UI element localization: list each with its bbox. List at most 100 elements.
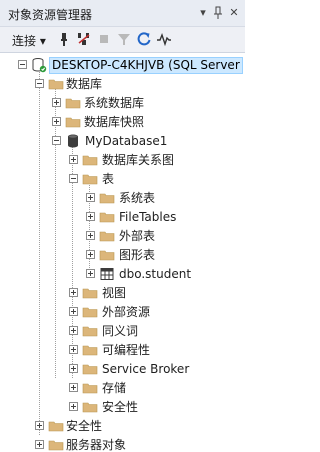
folder-icon bbox=[82, 345, 98, 356]
tree-node-databases[interactable]: 数据库 bbox=[0, 75, 245, 94]
tree-node-security[interactable]: 安全性 bbox=[0, 417, 245, 436]
external-resources-label: 外部资源 bbox=[102, 305, 151, 319]
expand-toggle[interactable] bbox=[69, 288, 78, 297]
db-security-label: 安全性 bbox=[102, 400, 139, 414]
disconnect-icon[interactable] bbox=[76, 31, 92, 47]
tree-node-graph-tables[interactable]: 图形表 bbox=[0, 246, 245, 265]
folder-icon bbox=[48, 421, 64, 432]
refresh-icon[interactable] bbox=[136, 31, 152, 47]
expand-toggle[interactable] bbox=[52, 98, 61, 107]
title-bar: 对象资源管理器 ▾ ✕ bbox=[0, 0, 245, 27]
expand-toggle[interactable] bbox=[86, 193, 95, 202]
folder-icon bbox=[99, 212, 115, 223]
connect-object-explorer-icon[interactable] bbox=[56, 31, 72, 47]
connect-dropdown-icon: ▾ bbox=[39, 34, 46, 48]
toolbar: 连接 ▾ bbox=[0, 27, 245, 53]
tree-node-mydatabase1[interactable]: MyDatabase1 bbox=[0, 132, 245, 151]
tables-label: 表 bbox=[102, 172, 115, 186]
collapse-toggle[interactable] bbox=[18, 60, 27, 69]
tree-node-storage[interactable]: 存储 bbox=[0, 379, 245, 398]
folder-icon bbox=[82, 288, 98, 299]
tree-node-filetables[interactable]: FileTables bbox=[0, 208, 245, 227]
server-objects-label: 服务器对象 bbox=[66, 438, 127, 452]
folder-icon bbox=[82, 174, 98, 185]
collapse-toggle[interactable] bbox=[35, 79, 44, 88]
tree-node-db-snapshots[interactable]: 数据库快照 bbox=[0, 113, 245, 132]
tree-node-external-resources[interactable]: 外部资源 bbox=[0, 303, 245, 322]
folder-icon bbox=[65, 117, 81, 128]
expand-toggle[interactable] bbox=[69, 364, 78, 373]
folder-icon bbox=[48, 79, 64, 90]
pin-icon[interactable] bbox=[211, 4, 225, 22]
object-tree: DESKTOP-C4KHJVB (SQL Server 数据库 系统数据库 数据… bbox=[0, 53, 245, 452]
stop-icon[interactable] bbox=[96, 31, 112, 47]
collapse-toggle[interactable] bbox=[52, 136, 61, 145]
connect-button[interactable]: 连接 ▾ bbox=[12, 32, 46, 49]
server-connected-icon bbox=[32, 58, 47, 73]
folder-icon bbox=[82, 155, 98, 166]
security-label: 安全性 bbox=[66, 419, 103, 433]
service-broker-label: Service Broker bbox=[102, 362, 190, 376]
graph-tables-label: 图形表 bbox=[119, 248, 156, 262]
programmability-label: 可编程性 bbox=[102, 343, 151, 357]
dbo-student-label: dbo.student bbox=[119, 267, 192, 281]
filter-icon[interactable] bbox=[116, 31, 132, 47]
server-label: DESKTOP-C4KHJVB (SQL Server bbox=[49, 57, 243, 74]
filetables-label: FileTables bbox=[119, 210, 177, 224]
expand-toggle[interactable] bbox=[69, 307, 78, 316]
storage-label: 存储 bbox=[102, 381, 127, 395]
connect-label: 连接 bbox=[12, 34, 37, 48]
folder-icon bbox=[99, 193, 115, 204]
expand-toggle[interactable] bbox=[69, 402, 78, 411]
tree-node-synonyms[interactable]: 同义词 bbox=[0, 322, 245, 341]
tree-node-views[interactable]: 视图 bbox=[0, 284, 245, 303]
folder-icon bbox=[82, 307, 98, 318]
system-databases-label: 系统数据库 bbox=[84, 96, 145, 110]
database-icon bbox=[68, 134, 78, 148]
system-tables-label: 系统表 bbox=[119, 191, 156, 205]
expand-toggle[interactable] bbox=[69, 383, 78, 392]
expand-toggle[interactable] bbox=[86, 269, 95, 278]
tree-node-tables[interactable]: 表 bbox=[0, 170, 245, 189]
expand-toggle[interactable] bbox=[35, 440, 44, 449]
external-tables-label: 外部表 bbox=[119, 229, 156, 243]
folder-icon bbox=[82, 326, 98, 337]
folder-icon bbox=[82, 402, 98, 413]
folder-icon bbox=[99, 250, 115, 261]
tree-node-dbo-student[interactable]: dbo.student bbox=[0, 265, 245, 284]
expand-toggle[interactable] bbox=[86, 250, 95, 259]
expand-toggle[interactable] bbox=[86, 231, 95, 240]
object-explorer-panel: 对象资源管理器 ▾ ✕ 连接 ▾ DESKTOP-C4KHJVB (SQL Se… bbox=[0, 0, 245, 452]
db-snapshots-label: 数据库快照 bbox=[84, 115, 145, 129]
folder-icon bbox=[82, 383, 98, 394]
close-icon[interactable]: ✕ bbox=[227, 4, 241, 22]
activity-monitor-icon[interactable] bbox=[156, 31, 172, 47]
folder-icon bbox=[99, 231, 115, 242]
dropdown-arrow-icon[interactable]: ▾ bbox=[196, 4, 210, 22]
tree-node-programmability[interactable]: 可编程性 bbox=[0, 341, 245, 360]
table-icon bbox=[100, 268, 114, 280]
tree-node-db-diagrams[interactable]: 数据库关系图 bbox=[0, 151, 245, 170]
expand-toggle[interactable] bbox=[52, 117, 61, 126]
tree-node-service-broker[interactable]: Service Broker bbox=[0, 360, 245, 379]
databases-label: 数据库 bbox=[66, 77, 103, 91]
collapse-toggle[interactable] bbox=[69, 174, 78, 183]
expand-toggle[interactable] bbox=[86, 212, 95, 221]
synonyms-label: 同义词 bbox=[102, 324, 139, 338]
expand-toggle[interactable] bbox=[35, 421, 44, 430]
mydatabase1-label: MyDatabase1 bbox=[85, 134, 168, 148]
tree-node-server[interactable]: DESKTOP-C4KHJVB (SQL Server bbox=[0, 56, 245, 75]
views-label: 视图 bbox=[102, 286, 127, 300]
tree-node-db-security[interactable]: 安全性 bbox=[0, 398, 245, 417]
folder-icon bbox=[65, 98, 81, 109]
tree-node-external-tables[interactable]: 外部表 bbox=[0, 227, 245, 246]
expand-toggle[interactable] bbox=[69, 326, 78, 335]
folder-icon bbox=[82, 364, 98, 375]
tree-node-server-objects[interactable]: 服务器对象 bbox=[0, 436, 245, 452]
expand-toggle[interactable] bbox=[69, 345, 78, 354]
expand-toggle[interactable] bbox=[69, 155, 78, 164]
tree-node-system-tables[interactable]: 系统表 bbox=[0, 189, 245, 208]
panel-title: 对象资源管理器 bbox=[8, 8, 93, 22]
tree-node-system-databases[interactable]: 系统数据库 bbox=[0, 94, 245, 113]
db-diagrams-label: 数据库关系图 bbox=[102, 153, 175, 167]
